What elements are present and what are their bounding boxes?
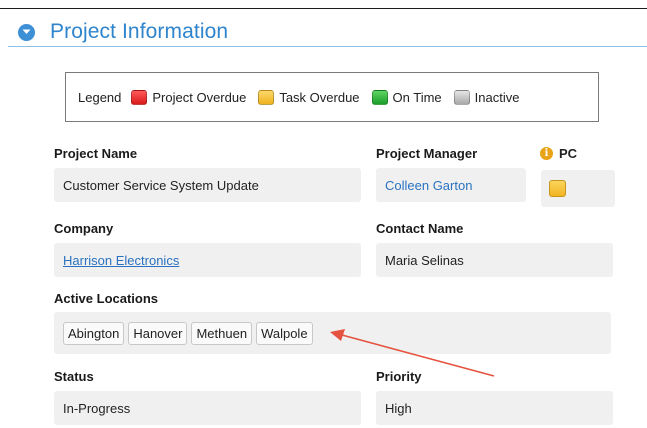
red-swatch-icon [131, 89, 148, 105]
priority-label: Priority [376, 369, 422, 384]
section-header: Project Information [18, 20, 228, 44]
location-tag[interactable]: Abington [63, 321, 125, 345]
section-title: Project Information [50, 20, 229, 43]
company-label: Company [54, 221, 114, 236]
legend-item-on-time: On Time [371, 89, 442, 105]
location-tag[interactable]: Methuen [191, 321, 253, 345]
info-icon[interactable]: i [540, 147, 553, 160]
status-label: Status [54, 369, 94, 384]
active-locations-field: Abington Hanover Methuen Walpole [54, 312, 611, 354]
status-field: In-Progress [54, 391, 361, 425]
annotation-arrow [330, 329, 495, 377]
section-divider [8, 46, 647, 47]
project-manager-label: Project Manager [376, 146, 478, 161]
location-tag[interactable]: Walpole [256, 321, 313, 345]
legend: Legend Project Overdue Task Overdue On T… [65, 72, 599, 122]
yellow-swatch-icon [258, 89, 275, 105]
project-manager-link[interactable]: Colleen Garton [385, 178, 472, 193]
legend-label: Project Overdue [152, 89, 247, 105]
project-manager-field: Colleen Garton [376, 168, 526, 202]
legend-title: Legend [78, 89, 122, 105]
company-link[interactable]: Harrison Electronics [63, 253, 179, 268]
legend-item-project-overdue: Project Overdue [131, 89, 247, 105]
priority-field: High [376, 391, 613, 425]
status-value: In-Progress [63, 400, 131, 416]
chevron-down-icon[interactable] [18, 23, 35, 41]
project-name-field: Customer Service System Update [54, 168, 361, 202]
pc-status-swatch-icon [549, 180, 566, 197]
company-field: Harrison Electronics [54, 243, 361, 277]
gray-swatch-icon [453, 89, 470, 105]
pc-label-text: PC [559, 146, 578, 161]
legend-label: Task Overdue [279, 89, 360, 105]
contact-name-field: Maria Selinas [376, 243, 613, 277]
legend-item-inactive: Inactive [453, 89, 520, 105]
legend-label: Inactive [474, 89, 520, 105]
legend-item-task-overdue: Task Overdue [258, 89, 360, 105]
active-locations-label: Active Locations [54, 291, 159, 306]
pc-label: i PC [540, 146, 577, 161]
pc-field [541, 170, 615, 207]
contact-name-label: Contact Name [376, 221, 464, 236]
location-tag[interactable]: Hanover [128, 321, 188, 345]
priority-value: High [385, 400, 412, 416]
project-name-value: Customer Service System Update [63, 177, 259, 193]
contact-name-value: Maria Selinas [385, 252, 464, 268]
project-name-label: Project Name [54, 146, 138, 161]
top-divider [0, 8, 647, 9]
green-swatch-icon [371, 89, 388, 105]
legend-label: On Time [392, 89, 442, 105]
